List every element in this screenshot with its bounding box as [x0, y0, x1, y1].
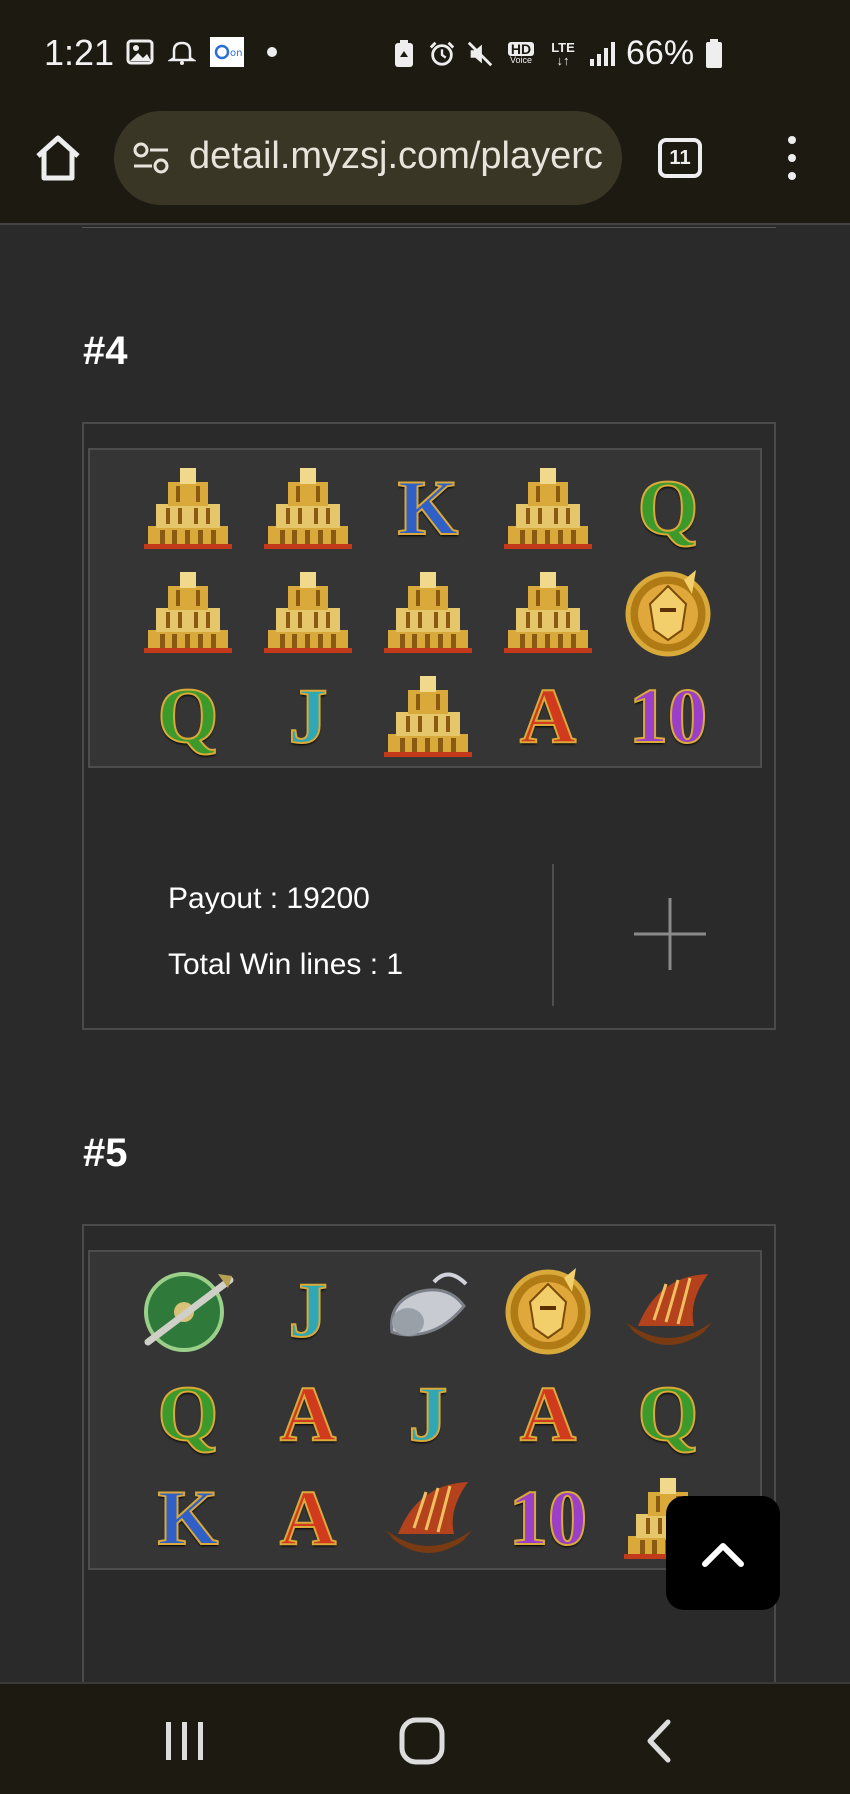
spin-card: K Q Q J A 10 Payout : 19200 Total Win lines :…: [82, 422, 776, 1030]
signal-icon: [588, 40, 616, 68]
slot-symbol-ship: [368, 1466, 488, 1570]
slot-symbol-shield: [128, 1258, 248, 1362]
payout-info: Payout : 19200 Total Win lines : 1: [168, 882, 403, 1014]
status-time: 1:21: [44, 32, 115, 73]
back-nav-button[interactable]: [630, 1716, 690, 1766]
status-icons-left: on: [126, 37, 286, 67]
slot-symbol-a: A: [279, 1370, 337, 1457]
spin-heading: #4: [83, 329, 128, 373]
home-button[interactable]: [30, 130, 86, 186]
spin-card: J Q A J A Q K A 10: [82, 1224, 776, 1682]
expand-button[interactable]: [630, 894, 710, 974]
slot-symbol-horn: [368, 1258, 488, 1362]
menu-dot-icon: [788, 136, 796, 144]
slot-symbol-j: J: [288, 672, 329, 759]
slot-symbol-10: 10: [508, 1474, 588, 1561]
slot-symbol-ship: [608, 1258, 728, 1362]
reel-grid: J Q A J A Q K A 10: [88, 1250, 762, 1570]
winlines-label: Total Win lines : 1: [168, 948, 404, 981]
status-bar: 1:21 on HD Voice LTE ↓↑ 66%: [0, 0, 850, 110]
voice-label: Voice: [509, 55, 533, 65]
slot-symbol-temple: [488, 456, 608, 560]
reel-grid: K Q Q J A 10: [88, 448, 762, 768]
slot-symbol-temple: [128, 456, 248, 560]
address-bar[interactable]: detail.myzsj.com/playerc: [114, 111, 622, 205]
mute-icon: [466, 40, 494, 68]
page-content: #4 K Q Q J A 10 Payout : 19200 Total Win line…: [0, 227, 850, 1682]
slot-symbol-j: J: [288, 1266, 329, 1353]
slot-symbol-temple: [128, 560, 248, 664]
slot-symbol-warrior: [488, 1258, 608, 1362]
slot-symbol-temple: [368, 664, 488, 768]
slot-symbol-temple: [488, 560, 608, 664]
home-icon: [36, 135, 80, 181]
slot-symbol-10: 10: [628, 672, 708, 759]
slot-symbol-q: Q: [157, 1370, 220, 1457]
slot-symbol-q: Q: [157, 672, 220, 759]
alarm-icon: [428, 40, 456, 68]
home-nav-button[interactable]: [392, 1716, 452, 1766]
browser-menu-button[interactable]: [780, 136, 804, 180]
home-circle-icon: [399, 1717, 445, 1765]
bell-icon: [168, 38, 196, 66]
system-nav-bar: [0, 1682, 850, 1794]
gallery-icon: [126, 38, 154, 66]
back-chevron-icon: [647, 1719, 671, 1763]
slot-symbol-temple: [368, 560, 488, 664]
plus-icon: [634, 898, 706, 970]
slot-symbol-k: K: [397, 464, 460, 551]
hd-label: HD: [507, 42, 535, 56]
slot-symbol-j: J: [408, 1370, 449, 1457]
status-icons-right: HD Voice LTE ↓↑ 66%: [390, 34, 724, 73]
lte-label: LTE: [551, 39, 575, 55]
url-text[interactable]: detail.myzsj.com/playerc: [189, 135, 609, 178]
slot-symbol-q: Q: [637, 464, 700, 551]
menu-dot-icon: [788, 172, 796, 180]
lte-icon: LTE ↓↑: [551, 39, 575, 68]
payout-label: Payout : 19200: [168, 882, 370, 915]
battery-percent: 66%: [626, 34, 695, 72]
battery-icon: [704, 38, 724, 68]
chevron-up-icon: [702, 1543, 744, 1567]
slot-symbol-k: K: [157, 1474, 220, 1561]
menu-dot-icon: [788, 154, 796, 162]
site-settings-icon[interactable]: [132, 141, 170, 175]
recent-apps-button[interactable]: [154, 1716, 214, 1766]
slot-symbol-warrior: [608, 560, 728, 664]
browser-toolbar: detail.myzsj.com/playerc 11: [0, 110, 850, 225]
slot-symbol-temple: [248, 456, 368, 560]
divider: [82, 227, 776, 228]
back-to-top-button[interactable]: [666, 1496, 780, 1610]
slot-symbol-a: A: [519, 1370, 577, 1457]
battery-saver-icon: [390, 39, 418, 68]
divider: [552, 864, 554, 1006]
slot-symbol-a: A: [519, 672, 577, 759]
app-badge-icon: on: [210, 37, 244, 67]
hd-voice-icon: HD Voice: [504, 40, 538, 68]
tab-switcher-button[interactable]: 11: [658, 138, 702, 178]
slot-symbol-temple: [248, 560, 368, 664]
slot-symbol-q: Q: [637, 1370, 700, 1457]
spin-heading: #5: [83, 1131, 128, 1175]
slot-symbol-a: A: [279, 1474, 337, 1561]
dot-icon: [258, 38, 286, 66]
svg-text:on: on: [230, 48, 242, 59]
recents-icon: [166, 1722, 203, 1760]
